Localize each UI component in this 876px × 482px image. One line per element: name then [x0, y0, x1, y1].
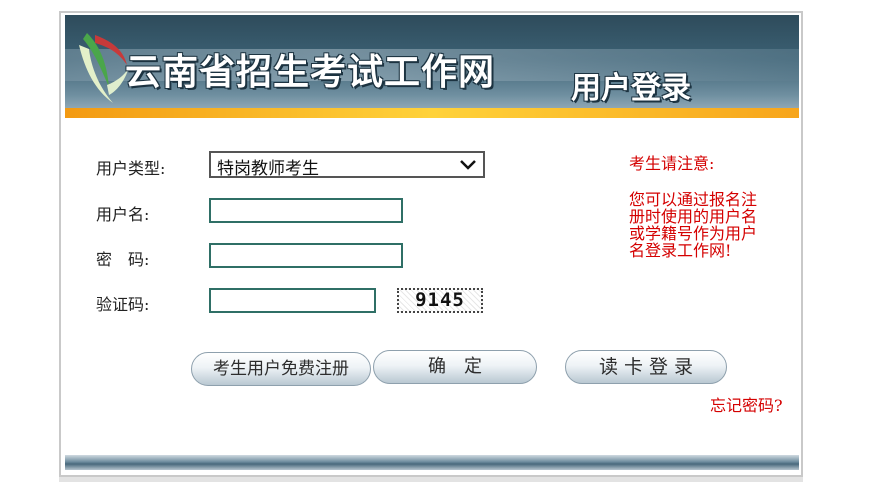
footer-strip [59, 477, 803, 482]
notice-body: 您可以通过报名注册时使用的用户名或学籍号作为用户名登录工作网! [629, 190, 758, 260]
username-label: 用户名: [96, 205, 150, 224]
forgot-password-link[interactable]: 忘记密码? [710, 392, 783, 416]
user-type-select[interactable]: 特岗教师考生 [209, 151, 485, 179]
captcha-image[interactable]: 9145 [397, 288, 483, 313]
user-type-selected-value: 特岗教师考生 [217, 159, 319, 179]
card-login-button[interactable]: 读 卡 登 录 [565, 350, 727, 384]
user-type-label: 用户类型: [96, 159, 166, 178]
notice-title: 考生请注意: [629, 154, 715, 173]
username-input[interactable] [209, 198, 403, 223]
page-title: 用户登录 [571, 71, 691, 106]
password-input[interactable] [209, 243, 403, 268]
register-button[interactable]: 考生用户免费注册 [191, 352, 371, 386]
password-label: 密 码: [96, 250, 150, 269]
logo-icon [79, 33, 129, 103]
captcha-label: 验证码: [96, 295, 150, 314]
footer-bar [65, 455, 799, 470]
confirm-button[interactable]: 确 定 [373, 350, 537, 384]
header-banner: 云南省招生考试工作网 用户登录 [65, 15, 799, 115]
header-accent-bar [65, 108, 799, 118]
site-title: 云南省招生考试工作网 [125, 52, 496, 93]
chevron-down-icon [460, 160, 476, 170]
captcha-input[interactable] [209, 288, 376, 313]
